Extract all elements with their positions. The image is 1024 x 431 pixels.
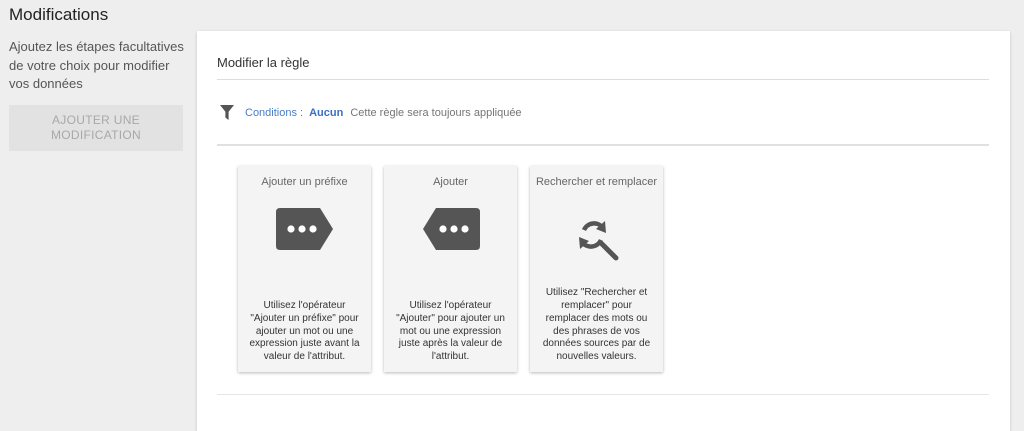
card-append[interactable]: Ajouter Utilisez l'opérateur "Ajouter" p… — [384, 166, 517, 372]
card-find-replace[interactable]: Rechercher et remplacer Utilisez "Recher… — [530, 166, 663, 372]
card-title: Rechercher et remplacer — [535, 176, 658, 188]
card-add-prefix[interactable]: Ajouter un préfixe Utilisez l'opérateur … — [238, 166, 371, 372]
prefix-tag-icon — [238, 206, 371, 252]
card-title: Ajouter — [433, 176, 468, 188]
card-description: Utilisez "Rechercher et remplacer" pour … — [542, 287, 651, 363]
rule-panel: Modifier la règle Conditions : Aucun Cet… — [197, 31, 1010, 431]
card-description: Utilisez l'opérateur "Ajouter" pour ajou… — [396, 300, 505, 363]
bottom-divider — [217, 394, 989, 395]
append-tag-icon — [384, 206, 517, 252]
panel-title: Modifier la règle — [217, 55, 310, 70]
page-title: Modifications — [9, 5, 109, 24]
card-title: Ajouter un préfixe — [261, 176, 348, 188]
sidebar-description: Ajoutez les étapes facultatives de votre… — [9, 39, 184, 91]
conditions-label[interactable]: Conditions : — [245, 107, 303, 119]
conditions-value[interactable]: Aucun — [309, 107, 343, 119]
find-replace-icon — [530, 216, 663, 262]
filter-icon — [220, 105, 234, 121]
card-description: Utilisez l'opérateur "Ajouter un préfixe… — [249, 300, 360, 363]
title-divider — [217, 79, 989, 80]
conditions-divider — [217, 144, 989, 146]
conditions-description: Cette règle sera toujours appliquée — [350, 107, 522, 119]
conditions-row[interactable]: Conditions : Aucun Cette règle sera touj… — [220, 103, 522, 123]
add-modification-button[interactable]: AJOUTER UNE MODIFICATION — [9, 105, 183, 151]
